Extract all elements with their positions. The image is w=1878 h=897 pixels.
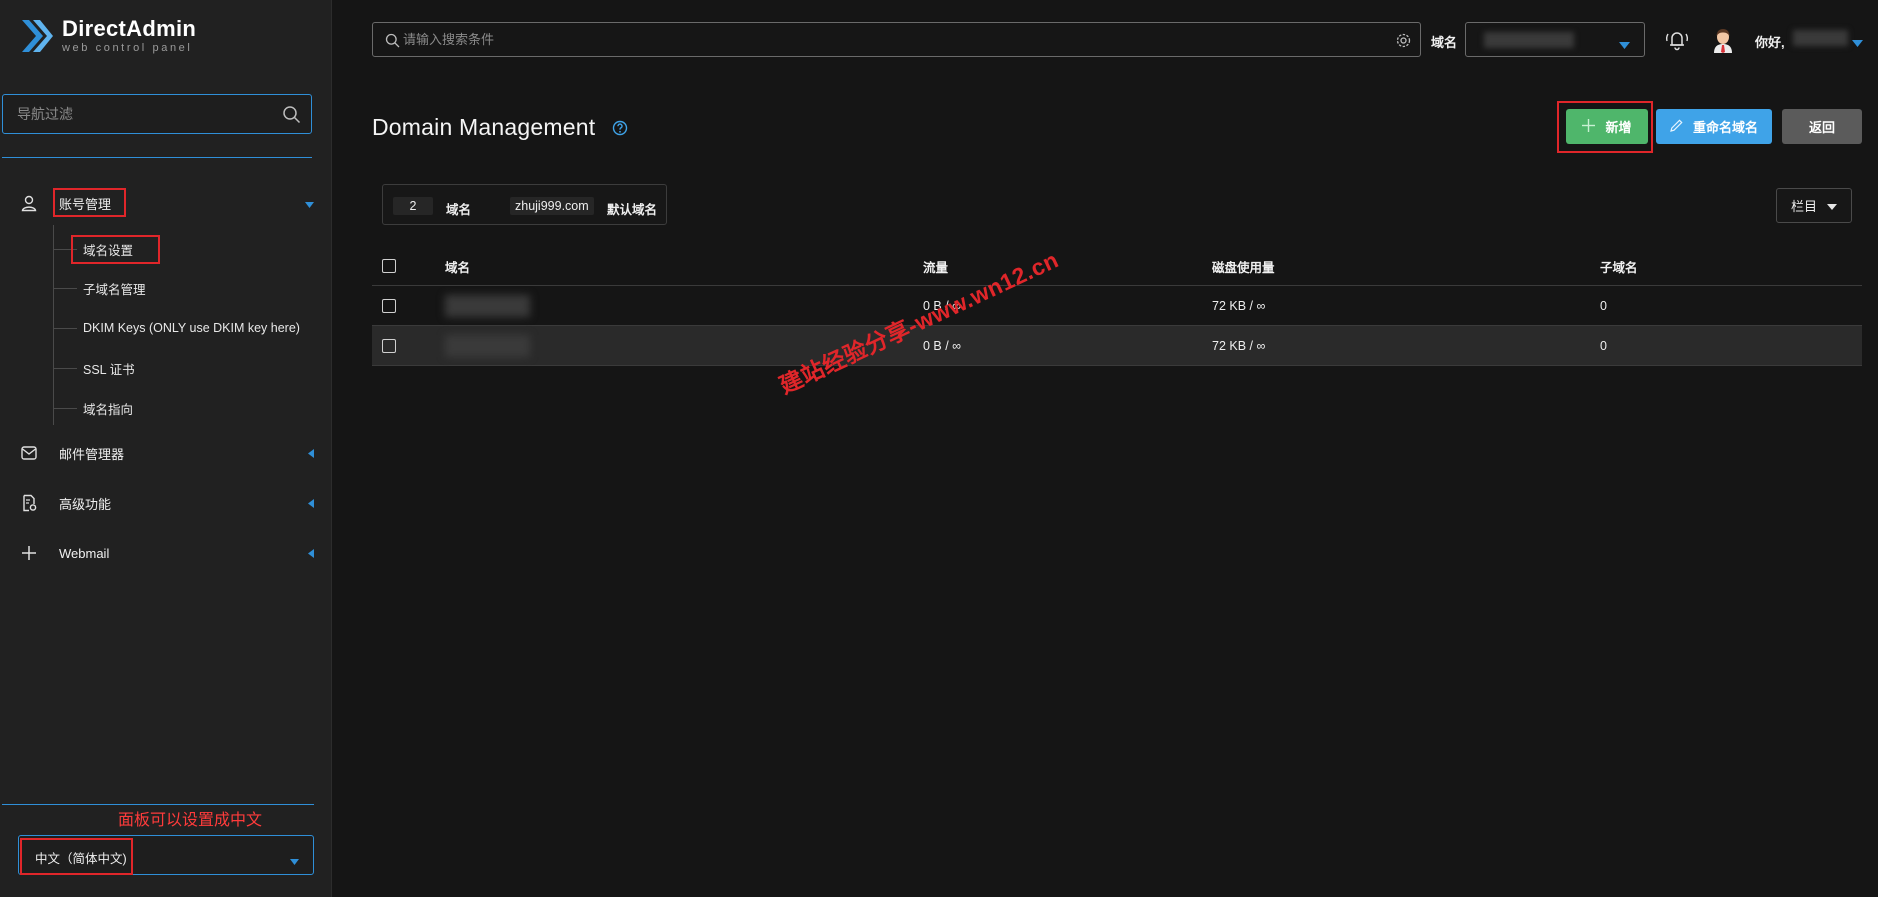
rename-domain-button-label: 重命名域名 — [1692, 120, 1758, 135]
nav-filter-input[interactable] — [3, 95, 311, 133]
user-icon — [20, 194, 38, 212]
sidebar-subitem-ssl[interactable]: SSL 证书 — [53, 353, 313, 383]
add-domain-button[interactable]: 新增 — [1566, 109, 1648, 144]
caret-down-icon[interactable] — [1852, 35, 1863, 50]
row-subdomain-count: 0 — [1600, 299, 1607, 313]
page-title: Domain Management — [372, 114, 596, 140]
back-button-label: 返回 — [1808, 120, 1835, 135]
sidebar-item-account[interactable]: 账号管理 — [0, 185, 332, 221]
sidebar-item-webmail[interactable]: Webmail — [0, 535, 332, 571]
caret-down-icon — [1827, 198, 1837, 213]
row-subdomain-count: 0 — [1600, 339, 1607, 353]
brand-subtitle: web control panel — [62, 42, 193, 54]
language-select[interactable]: 中文（简体中文) — [18, 835, 314, 875]
pencil-icon — [1670, 118, 1683, 135]
domain-count-label: 域名 — [446, 203, 472, 217]
search-icon[interactable] — [282, 105, 301, 127]
domains-table: 域名 流量 磁盘使用量 子域名 0 B / ∞ 72 KB / ∞ 0 0 B … — [372, 246, 1862, 366]
avatar[interactable] — [1710, 26, 1736, 57]
nav-filter — [2, 94, 312, 134]
sidebar-subitem-subdomains[interactable]: 子域名管理 — [53, 273, 313, 303]
default-domain-value: zhuji999.com — [510, 197, 594, 215]
columns-button-label: 栏目 — [1790, 199, 1817, 214]
caret-down-icon — [290, 853, 299, 868]
sidebar-subitem-label: 子域名管理 — [83, 282, 146, 297]
greeting-text: 你好, — [1755, 35, 1785, 50]
sidebar-subitem-label: DKIM Keys (ONLY use DKIM key here) — [83, 321, 300, 335]
domain-count: 2 — [393, 197, 433, 215]
advanced-settings-icon — [20, 494, 38, 512]
annotation-text: 面板可以设置成中文 — [118, 812, 263, 829]
table-row: 0 B / ∞ 72 KB / ∞ 0 — [372, 326, 1862, 366]
table-row: 0 B / ∞ 72 KB / ∞ 0 — [372, 286, 1862, 326]
column-header-subdomains[interactable]: 子域名 — [1600, 246, 1638, 286]
row-checkbox[interactable] — [382, 299, 396, 313]
blurred-domain-name[interactable] — [445, 335, 530, 357]
row-disk-usage: 72 KB / ∞ — [1212, 299, 1266, 313]
table-header-row: 域名 流量 磁盘使用量 子域名 — [372, 246, 1862, 286]
blurred-domain-name[interactable] — [445, 295, 530, 317]
column-header-bandwidth[interactable]: 流量 — [923, 246, 948, 286]
sidebar-divider — [2, 804, 314, 805]
bell-icon[interactable] — [1664, 27, 1690, 54]
language-select-value: 中文（简体中文) — [35, 852, 127, 866]
sidebar-subitem-label: SSL 证书 — [83, 362, 135, 377]
sidebar-item-label: 账号管理 — [59, 196, 112, 212]
sidebar-subitem-label: 域名设置 — [83, 243, 134, 258]
caret-down-icon — [1619, 37, 1630, 52]
back-button[interactable]: 返回 — [1782, 109, 1862, 144]
sidebar-item-label: 邮件管理器 — [59, 446, 125, 462]
sidebar-divider — [2, 157, 312, 158]
sidebar-subitem-dkim[interactable]: DKIM Keys (ONLY use DKIM key here) — [53, 313, 313, 343]
blurred-domain-value — [1484, 32, 1574, 48]
blurred-username — [1793, 30, 1848, 46]
search-icon — [385, 33, 400, 51]
directadmin-logo-icon — [22, 20, 53, 52]
mail-icon — [20, 444, 38, 462]
global-search-input[interactable] — [373, 23, 1420, 56]
domain-summary: 2 域名 zhuji999.com 默认域名 — [382, 184, 667, 225]
caret-left-icon — [308, 496, 314, 511]
gear-icon[interactable] — [1395, 32, 1412, 52]
rename-domain-button[interactable]: 重命名域名 — [1656, 109, 1772, 144]
row-disk-usage: 72 KB / ∞ — [1212, 339, 1266, 353]
sidebar-subitem-label: 域名指向 — [83, 402, 134, 417]
add-domain-button-label: 新增 — [1605, 120, 1632, 135]
sidebar-item-advanced[interactable]: 高级功能 — [0, 485, 332, 521]
help-icon[interactable] — [612, 120, 628, 139]
plus-icon — [1582, 118, 1596, 135]
directadmin-logo[interactable]: DirectAdmin web control panel — [20, 18, 196, 54]
default-domain-label: 默认域名 — [607, 203, 658, 217]
column-header-disk-usage[interactable]: 磁盘使用量 — [1212, 246, 1275, 286]
column-header-domain[interactable]: 域名 — [445, 246, 470, 286]
global-search — [372, 22, 1421, 57]
caret-down-icon — [305, 196, 314, 211]
domain-select-label: 域名 — [1431, 35, 1458, 50]
sidebar-item-label: 高级功能 — [59, 496, 112, 512]
sidebar-item-email[interactable]: 邮件管理器 — [0, 435, 332, 471]
caret-left-icon — [308, 446, 314, 461]
plus-icon — [20, 544, 38, 562]
caret-left-icon — [308, 546, 314, 561]
brand-title: DirectAdmin — [62, 16, 197, 41]
domain-select[interactable] — [1465, 22, 1645, 57]
select-all-checkbox[interactable] — [382, 259, 396, 273]
sidebar-subitem-domain-settings[interactable]: 域名设置 — [53, 234, 313, 264]
columns-button[interactable]: 栏目 — [1776, 188, 1852, 223]
sidebar-item-label: Webmail — [59, 545, 110, 561]
sidebar-subitem-domain-pointers[interactable]: 域名指向 — [53, 393, 313, 423]
row-checkbox[interactable] — [382, 339, 396, 353]
sidebar: DirectAdmin web control panel 账号管理 域名设置 … — [0, 0, 332, 897]
